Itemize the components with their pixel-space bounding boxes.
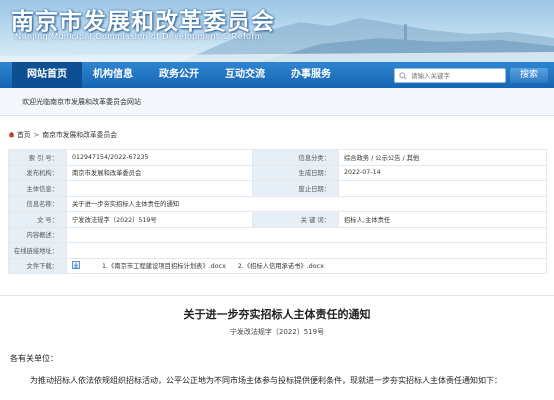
home-icon: [8, 131, 15, 138]
attach-cell: 1.《南京市工程建设项目招标计划表》.docx 2.《招标人信用承诺书》.docx: [66, 257, 547, 274]
date-label: 生成日期：: [252, 164, 339, 181]
keywords-value: 招标人;主体责任: [338, 211, 547, 228]
welcome-bar: 欢迎光临南京市发展和改革委员会网站: [0, 88, 554, 116]
article-doc-number: 宁发改法规字〔2022〕519号: [229, 328, 325, 336]
table-row: 文件下载： 1.《南京市工程建设项目招标计划表》.docx 2.《招标人信用承诺书…: [8, 257, 547, 274]
table-row: 索 引 号： 012947154/2022-67235 信息分类： 综合政务 /…: [8, 149, 547, 166]
publisher-label: 发布机构：: [8, 164, 67, 181]
category-value: 综合政务 / 公示公告 / 其他: [338, 149, 547, 166]
index-label: 索 引 号：: [8, 149, 67, 166]
category-label: 信息分类：: [252, 149, 339, 166]
table-row: 文 号： 宁发改法规字〔2022〕519号 关 键 词： 招标人;主体责任: [8, 211, 547, 228]
attachment-link-2[interactable]: 2.《招标人信用承诺书》.docx: [238, 263, 324, 270]
nav-gov-affairs[interactable]: 政务公开: [146, 62, 212, 88]
breadcrumb-home[interactable]: 首页: [17, 131, 31, 139]
topic-value: [66, 180, 253, 197]
table-row: 在线链接地址：: [8, 242, 547, 259]
summary-label: 内容概述：: [8, 226, 67, 243]
index-value: 012947154/2022-67235: [66, 149, 253, 166]
site-subtitle: Nanjing Municipal Commission of Developm…: [15, 31, 263, 41]
link-label: 在线链接地址：: [8, 242, 67, 259]
abolish-label: 废止日期：: [252, 180, 339, 197]
link-value: [66, 242, 547, 259]
keywords-label: 关 键 词：: [252, 211, 339, 228]
search-input[interactable]: [395, 69, 505, 82]
main-nav: 网站首页 机构信息 政务公开 互动交流 办事服务 搜索: [0, 62, 554, 88]
search-box: [394, 68, 506, 83]
date-value: 2022-07-14: [338, 164, 547, 181]
search-icon: [399, 72, 407, 80]
name-label: 信息名称：: [8, 195, 67, 212]
table-row: 发布机构： 南京市发展和改革委员会 生成日期： 2022-07-14: [8, 164, 547, 181]
docno-value: 宁发改法规字〔2022〕519号: [66, 211, 253, 228]
breadcrumb-separator: >: [33, 131, 40, 139]
summary-value: [66, 226, 547, 243]
attachment-link-1[interactable]: 1.《南京市工程建设项目招标计划表》.docx: [102, 263, 226, 270]
table-row: 主体信息： 废止日期：: [8, 180, 547, 197]
abolish-value: [338, 180, 547, 197]
search-button[interactable]: 搜索: [510, 68, 548, 83]
download-icon[interactable]: [72, 261, 80, 270]
nav-org-info[interactable]: 机构信息: [80, 62, 146, 88]
breadcrumb: 首页 > 南京市发展和改革委员会: [8, 129, 117, 139]
article-addressee: 各有关单位：: [10, 354, 58, 363]
nav-home[interactable]: 网站首页: [12, 62, 82, 88]
table-row: 内容概述：: [8, 226, 547, 243]
attach-label: 文件下载：: [8, 257, 67, 274]
docno-label: 文 号：: [8, 211, 67, 228]
name-value: 关于进一步夯实招标人主体责任的通知: [66, 195, 547, 212]
publisher-value: 南京市发展和改革委员会: [66, 164, 253, 181]
info-table: 索 引 号： 012947154/2022-67235 信息分类： 综合政务 /…: [8, 149, 547, 274]
nav-interaction[interactable]: 互动交流: [212, 62, 278, 88]
article-paragraph: 为推动招标人依法依规组织招标活动，公平公正地为不同市场主体参与投标提供便利条件，…: [30, 376, 502, 385]
topic-label: 主体信息：: [8, 180, 67, 197]
nav-services[interactable]: 办事服务: [278, 62, 344, 88]
breadcrumb-current[interactable]: 南京市发展和改革委员会: [42, 131, 117, 139]
table-row: 信息名称： 关于进一步夯实招标人主体责任的通知: [8, 195, 547, 212]
site-banner: 南京市发展和改革委员会 Nanjing Municipal Commission…: [0, 0, 554, 62]
article-title: 关于进一步夯实招标人主体责任的通知: [183, 308, 371, 321]
welcome-text: 欢迎光临南京市发展和改革委员会网站: [22, 98, 141, 106]
